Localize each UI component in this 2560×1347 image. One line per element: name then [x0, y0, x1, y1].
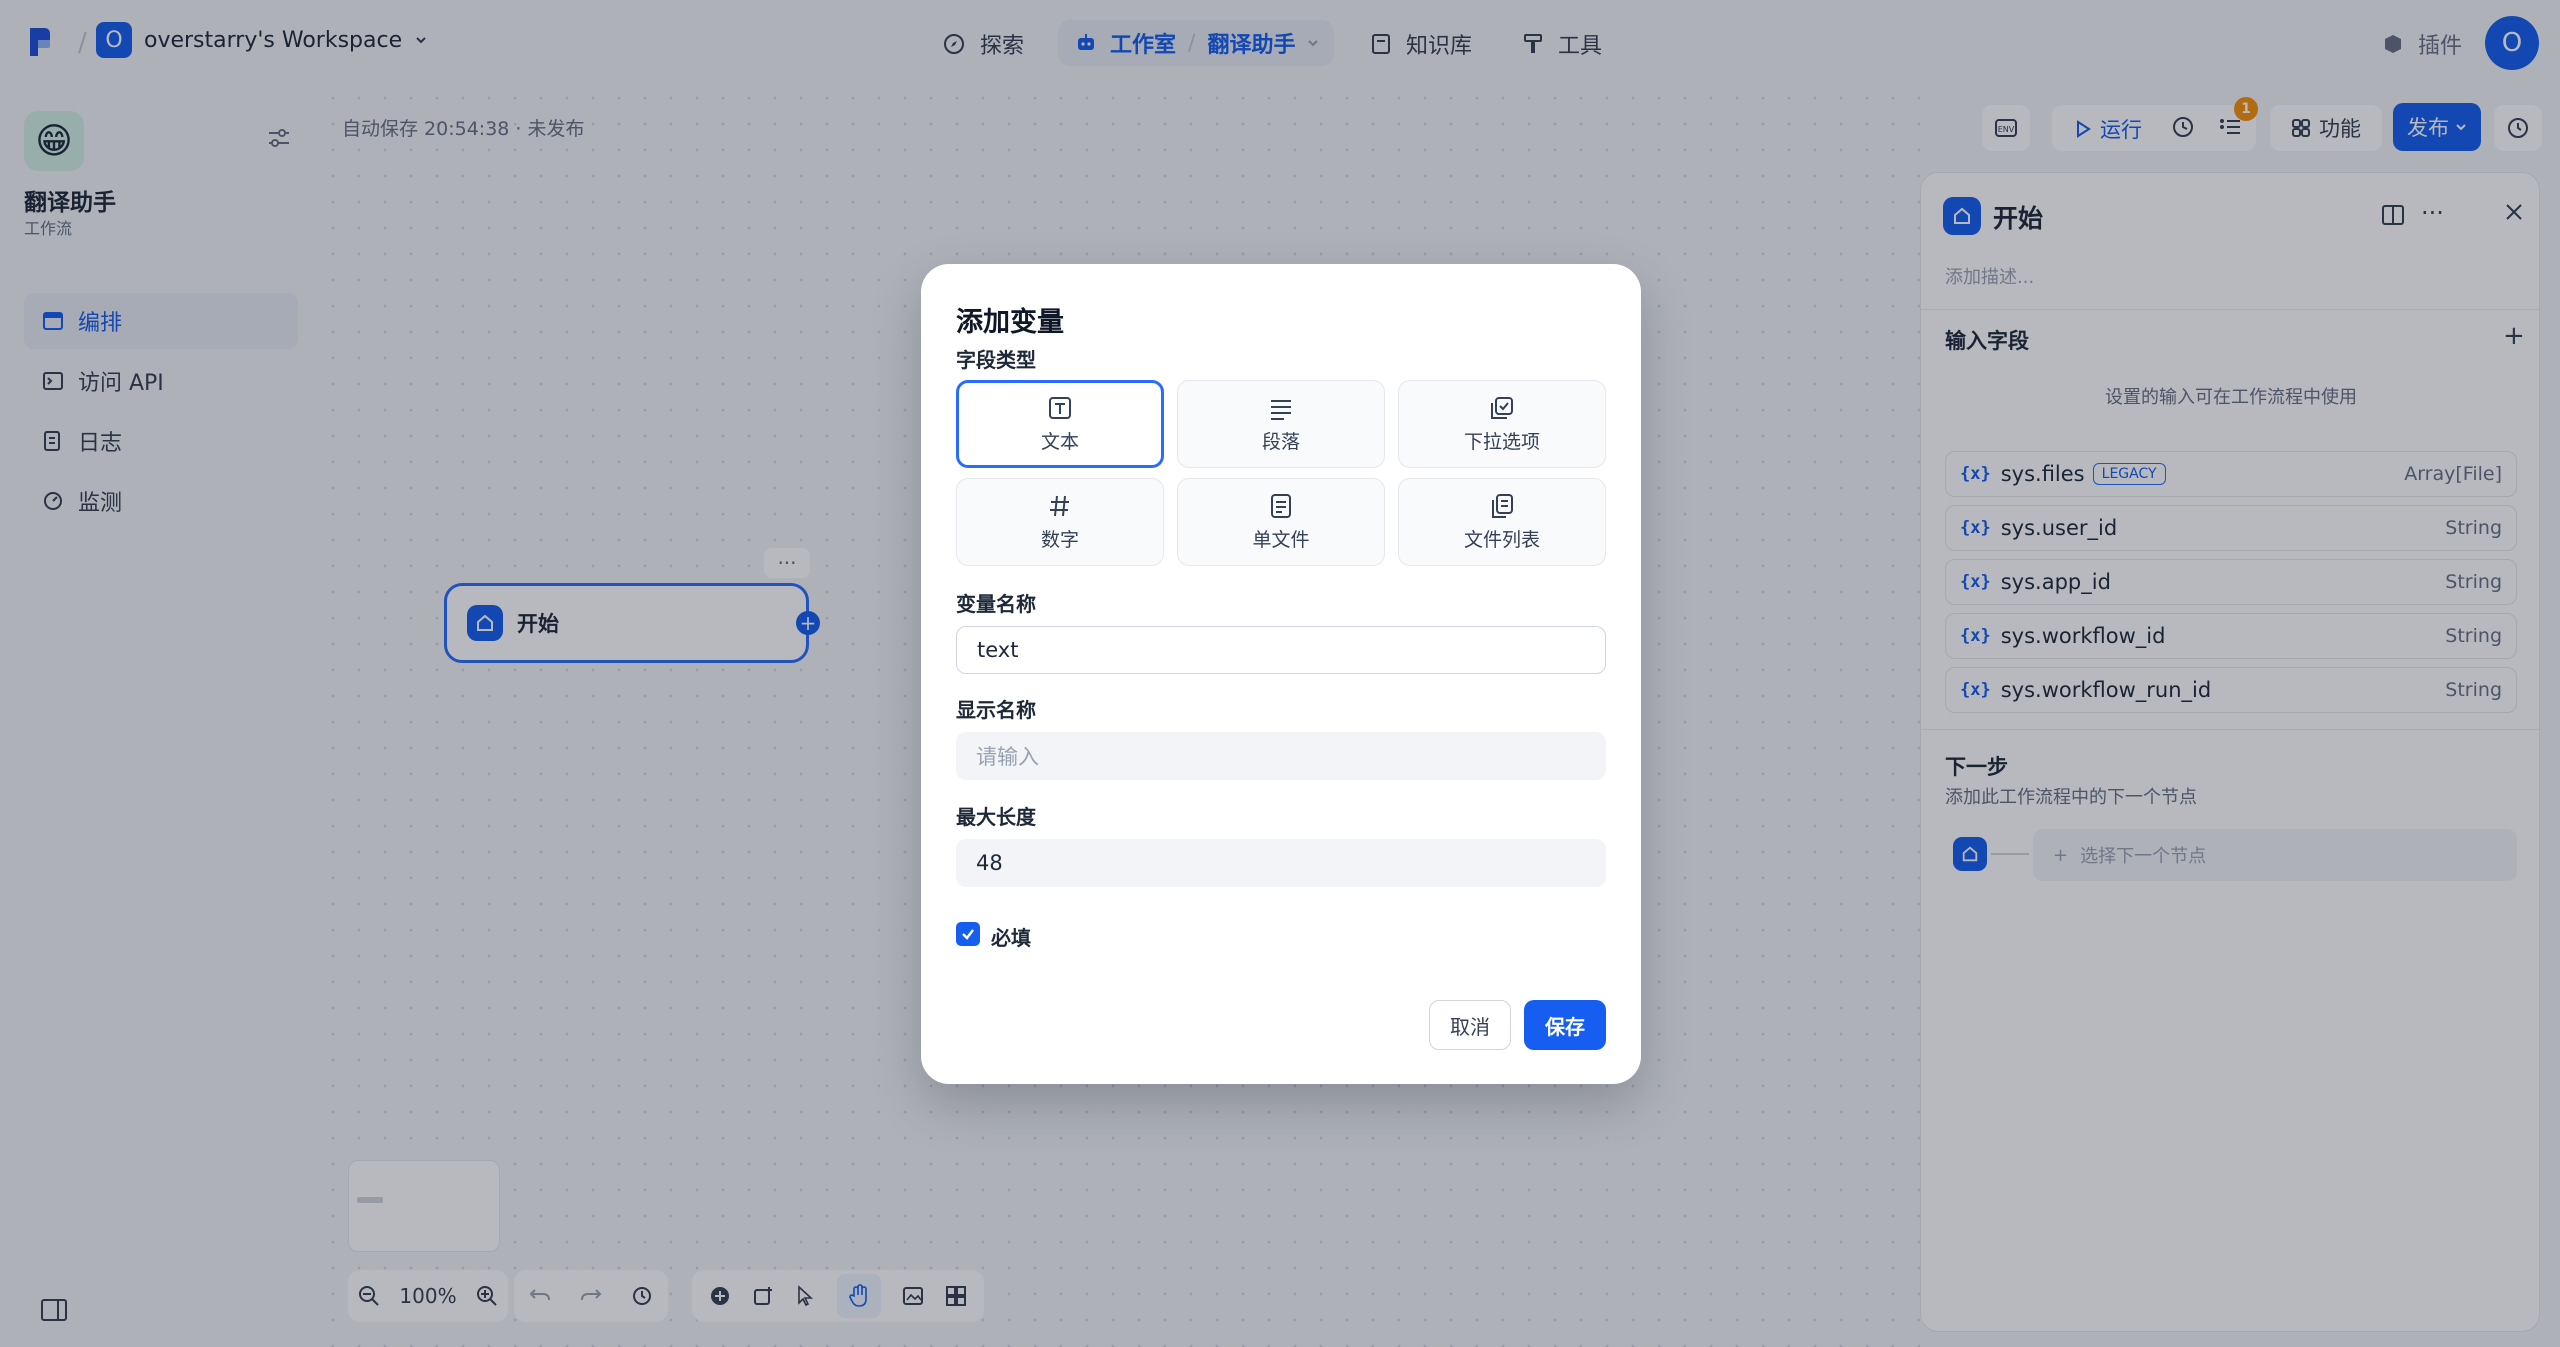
type-card-label: 下拉选项	[1463, 430, 1540, 453]
modal-title: 添加变量	[956, 307, 1064, 338]
display-name-label: 显示名称	[956, 698, 1036, 722]
max-length-input[interactable]: 48	[956, 839, 1606, 887]
save-button[interactable]: 保存	[1524, 1000, 1606, 1050]
type-card-label: 文本	[1040, 430, 1079, 453]
type-card-paragraph[interactable]: 段落	[1177, 380, 1385, 468]
type-card-label: 文件列表	[1463, 528, 1540, 551]
paragraph-icon	[1271, 399, 1291, 420]
type-card-text[interactable]: 文本	[956, 380, 1164, 468]
text-type-icon	[1049, 396, 1071, 419]
type-card-label: 段落	[1261, 430, 1300, 453]
type-card-file[interactable]: 单文件	[1177, 478, 1385, 566]
select-icon	[1491, 396, 1513, 419]
type-card-label: 数字	[1040, 528, 1079, 551]
type-card-select[interactable]: 下拉选项	[1398, 380, 1606, 468]
display-name-input[interactable]: 请输入	[956, 732, 1606, 780]
number-icon	[1050, 495, 1069, 516]
add-variable-modal: 添加变量 字段类型 文本 段落 下拉选项 数字 单文件 文件列表 变量名称 te…	[921, 264, 1641, 1084]
required-checkbox[interactable]	[956, 922, 980, 946]
file-list-icon	[1492, 493, 1513, 518]
file-icon	[1271, 493, 1291, 518]
cancel-button[interactable]: 取消	[1429, 1000, 1511, 1050]
field-type-label: 字段类型	[956, 348, 1036, 372]
type-card-file-list[interactable]: 文件列表	[1398, 478, 1606, 566]
type-card-label: 单文件	[1252, 528, 1310, 551]
required-label: 必填	[991, 926, 1031, 950]
check-icon	[962, 929, 974, 940]
type-card-number[interactable]: 数字	[956, 478, 1164, 566]
max-length-label: 最大长度	[956, 805, 1036, 829]
variable-name-label: 变量名称	[956, 592, 1036, 616]
variable-name-input[interactable]: text	[956, 626, 1606, 674]
